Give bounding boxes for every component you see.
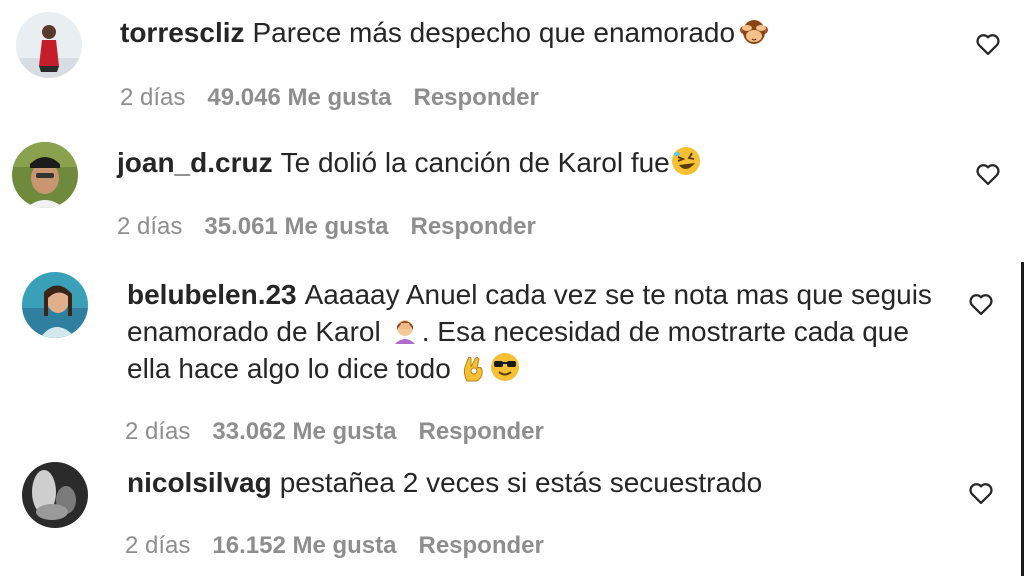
- comment-time[interactable]: 2 días: [125, 418, 190, 445]
- comment-text: nicolsilvag pestañea 2 veces si estás sec…: [127, 464, 937, 501]
- sunglasses-face-icon: [489, 351, 521, 383]
- reply-button[interactable]: Responder: [410, 213, 535, 240]
- comment-body: Te dolió la canción de Karol fue: [280, 147, 670, 178]
- comment-text: joan_d.cruz Te dolió la canción de Karol …: [117, 144, 927, 181]
- reply-button[interactable]: Responder: [418, 532, 543, 559]
- see-no-evil-monkey-icon: [738, 15, 770, 47]
- comment-body: Parece más despecho que enamorado: [252, 17, 736, 48]
- comment-text: belubelen.23 Aaaaay Anuel cada vez se te …: [127, 276, 947, 387]
- avatar[interactable]: [22, 462, 88, 528]
- comment-meta: 2 días 49.046 Me gusta Responder: [120, 84, 561, 112]
- heart-outline-icon[interactable]: [974, 30, 1002, 58]
- comment-username[interactable]: joan_d.cruz: [117, 147, 273, 178]
- comment-meta: 2 días 35.061 Me gusta Responder: [117, 213, 558, 241]
- comment-likes[interactable]: 49.046 Me gusta: [207, 84, 391, 111]
- comment-username[interactable]: belubelen.23: [127, 279, 297, 310]
- facepalm-woman-icon: [389, 314, 421, 346]
- comment-time[interactable]: 2 días: [120, 84, 185, 111]
- ok-hand-icon: [457, 351, 489, 383]
- comment-text: torrescliz Parece más despecho que enamor…: [120, 14, 930, 51]
- avatar[interactable]: [22, 272, 88, 338]
- comment-likes[interactable]: 33.062 Me gusta: [212, 418, 396, 445]
- comment-username[interactable]: nicolsilvag: [127, 467, 272, 498]
- heart-outline-icon[interactable]: [974, 160, 1002, 188]
- reply-button[interactable]: Responder: [418, 418, 543, 445]
- comment-time[interactable]: 2 días: [125, 532, 190, 559]
- comment-meta: 2 días 33.062 Me gusta Responder: [125, 418, 566, 446]
- avatar[interactable]: [12, 142, 78, 208]
- reply-button[interactable]: Responder: [413, 84, 538, 111]
- heart-outline-icon[interactable]: [967, 479, 995, 507]
- comment-time[interactable]: 2 días: [117, 213, 182, 240]
- avatar[interactable]: [16, 12, 82, 78]
- comment-meta: 2 días 16.152 Me gusta Responder: [125, 532, 566, 560]
- comment-username[interactable]: torrescliz: [120, 17, 245, 48]
- comment-likes[interactable]: 35.061 Me gusta: [204, 213, 388, 240]
- comment-body: pestañea 2 veces si estás secuestrado: [279, 467, 763, 498]
- rolling-laughing-face-icon: [670, 145, 702, 177]
- comment-likes[interactable]: 16.152 Me gusta: [212, 532, 396, 559]
- heart-outline-icon[interactable]: [967, 290, 995, 318]
